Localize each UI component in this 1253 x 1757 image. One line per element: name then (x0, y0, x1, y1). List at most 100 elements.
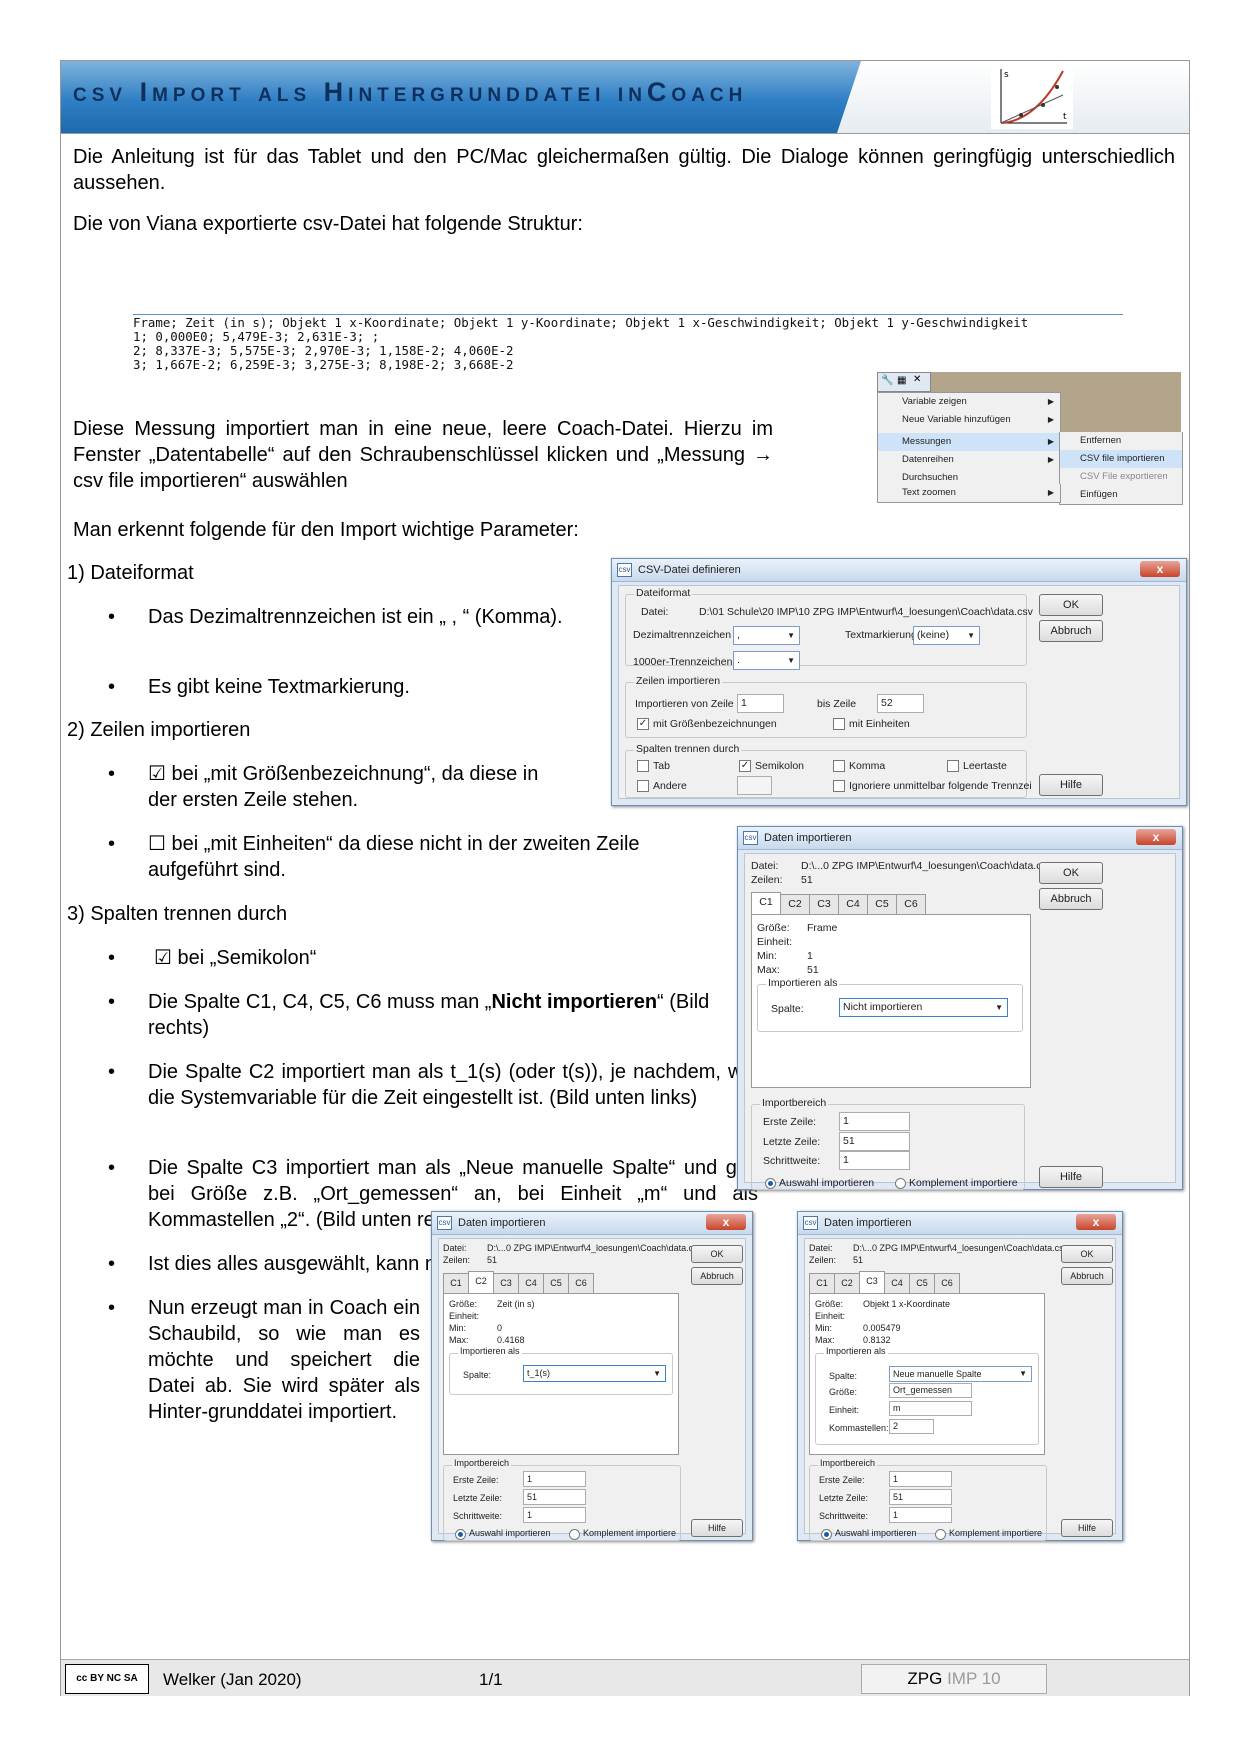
help-button[interactable]: Hilfe (1039, 1166, 1103, 1188)
menu-item-variable-zeigen[interactable]: Variable zeigen ▶ (878, 393, 1060, 411)
submenu-einfuegen[interactable]: Einfügen (1060, 486, 1182, 504)
submenu-csv-exportieren[interactable]: CSV File exportieren (1060, 468, 1182, 486)
close-button[interactable]: x (706, 1214, 746, 1230)
footer: cc BY NC SA Welker (Jan 2020) 1/1 ZPG IM… (61, 1659, 1189, 1696)
step-input[interactable]: 1 (839, 1151, 910, 1170)
quantity-input[interactable]: Ort_gemessen (889, 1383, 972, 1398)
tab-c2[interactable]: C2 (780, 894, 810, 914)
tab-c4[interactable]: C4 (518, 1273, 544, 1293)
textmark-select[interactable]: (keine) ▼ (913, 626, 980, 645)
with-names-checkbox[interactable]: ✓ (637, 718, 649, 730)
from-row-input[interactable]: 1 (737, 694, 784, 713)
cancel-button[interactable]: Abbruch (1039, 620, 1103, 642)
column-type-select[interactable]: Nicht importieren ▼ (839, 998, 1008, 1017)
menu-item-neue-variable[interactable]: Neue Variable hinzufügen ▶ (878, 411, 1060, 429)
decimals-input[interactable]: 2 (889, 1419, 934, 1434)
column-type-select[interactable]: Neue manuelle Spalte ▼ (889, 1366, 1032, 1382)
menu-item-text-zoomen[interactable]: Text zoomen ▶ (878, 484, 1060, 502)
complement-import-radio[interactable] (895, 1178, 906, 1189)
tab-c4[interactable]: C4 (884, 1273, 910, 1293)
label-auswahl: Auswahl importieren (779, 1177, 875, 1189)
tab-c1[interactable]: C1 (809, 1273, 835, 1293)
tab-c5[interactable]: C5 (909, 1273, 935, 1293)
import-dialog-c2: csv Daten importieren x Datei: D:\...0 ZPG… (431, 1211, 753, 1541)
with-units-checkbox[interactable] (833, 718, 845, 730)
tab-c5[interactable]: C5 (543, 1273, 569, 1293)
submenu-csv-importieren[interactable]: CSV file importieren (1060, 450, 1182, 468)
ignore-checkbox[interactable] (833, 780, 845, 792)
close-icon[interactable]: ✕ (913, 374, 921, 385)
first-row-input[interactable]: 1 (889, 1471, 952, 1487)
label-kommastellen: Kommastellen: (829, 1423, 889, 1433)
other-input[interactable] (737, 776, 772, 795)
label-groesse: Größe: (449, 1299, 478, 1309)
cancel-button[interactable]: Abbruch (1061, 1267, 1113, 1285)
select-import-radio[interactable] (455, 1529, 466, 1540)
last-row-input[interactable]: 51 (523, 1489, 586, 1505)
tab-c1[interactable]: C1 (751, 892, 781, 914)
space-checkbox[interactable] (947, 760, 959, 772)
table-icon[interactable]: ▦ (897, 375, 906, 386)
tab-c2[interactable]: C2 (468, 1271, 494, 1293)
csv-icon: csv (803, 1216, 818, 1230)
submenu-entfernen[interactable]: Entfernen (1060, 432, 1182, 450)
first-row-input[interactable]: 1 (523, 1471, 586, 1487)
help-button[interactable]: Hilfe (1039, 774, 1103, 796)
help-button[interactable]: Hilfe (1061, 1519, 1113, 1537)
section-1-heading: 1) Dateiformat (67, 562, 194, 584)
ok-button[interactable]: OK (1039, 594, 1103, 616)
comma-checkbox[interactable] (833, 760, 845, 772)
last-row-input[interactable]: 51 (839, 1132, 910, 1151)
max-value: 0.8132 (863, 1335, 891, 1345)
max-value: 0.4168 (497, 1335, 525, 1345)
cancel-button[interactable]: Abbruch (691, 1267, 743, 1285)
label-erste-zeile: Erste Zeile: (763, 1116, 817, 1128)
cancel-button[interactable]: Abbruch (1039, 888, 1103, 910)
menu-item-datenreihen[interactable]: Datenreihen ▶ (878, 451, 1060, 469)
to-row-input[interactable]: 52 (877, 694, 924, 713)
tab-c1[interactable]: C1 (443, 1273, 469, 1293)
label-letzte-zeile: Letzte Zeile: (453, 1493, 503, 1503)
author: Welker (Jan 2020) (163, 1670, 302, 1689)
submenu: Entfernen CSV file importieren CSV File … (1059, 432, 1183, 505)
semicolon-checkbox[interactable]: ✓ (739, 760, 751, 772)
ok-button[interactable]: OK (691, 1245, 743, 1263)
tab-c2[interactable]: C2 (834, 1273, 860, 1293)
tab-c6[interactable]: C6 (934, 1273, 960, 1293)
select-import-radio[interactable] (821, 1529, 832, 1540)
close-button[interactable]: x (1140, 561, 1180, 577)
label-andere: Andere (653, 780, 687, 792)
tab-c5[interactable]: C5 (867, 894, 897, 914)
other-checkbox[interactable] (637, 780, 649, 792)
select-import-radio[interactable] (765, 1178, 776, 1189)
close-button[interactable]: x (1136, 829, 1176, 845)
label-letzte-zeile: Letzte Zeile: (819, 1493, 869, 1503)
complement-import-radio[interactable] (569, 1529, 580, 1540)
tab-c3[interactable]: C3 (809, 894, 839, 914)
last-row-input[interactable]: 51 (889, 1489, 952, 1505)
ok-button[interactable]: OK (1061, 1245, 1113, 1263)
tab-c6[interactable]: C6 (568, 1273, 594, 1293)
tab-c4[interactable]: C4 (838, 894, 868, 914)
complement-import-radio[interactable] (935, 1529, 946, 1540)
step-input[interactable]: 1 (523, 1507, 586, 1523)
ok-button[interactable]: OK (1039, 862, 1103, 884)
help-button[interactable]: Hilfe (691, 1519, 743, 1537)
wrench-icon[interactable]: 🔧 (881, 375, 893, 386)
context-menu-screenshot: 🔧 ▦ ✕ Variable zeigen ▶ Neue Variable hin… (877, 372, 1183, 505)
column-type-select[interactable]: t_1(s) ▼ (523, 1365, 666, 1382)
unit-input[interactable]: m (889, 1401, 972, 1416)
step-input[interactable]: 1 (889, 1507, 952, 1523)
menu-item-messungen[interactable]: Messungen ▶ (878, 433, 1060, 451)
label-spalte: Spalte: (771, 1003, 804, 1015)
tab-c6[interactable]: C6 (896, 894, 926, 914)
thousands-select[interactable]: . ▼ (733, 651, 800, 670)
first-row-input[interactable]: 1 (839, 1112, 910, 1131)
close-button[interactable]: x (1076, 1214, 1116, 1230)
decimal-select[interactable]: , ▼ (733, 626, 800, 645)
quantity-value: Zeit (in s) (497, 1299, 535, 1309)
label-auswahl: Auswahl importieren (469, 1528, 551, 1538)
tab-c3[interactable]: C3 (859, 1271, 885, 1293)
tab-checkbox[interactable] (637, 760, 649, 772)
tab-c3[interactable]: C3 (493, 1273, 519, 1293)
